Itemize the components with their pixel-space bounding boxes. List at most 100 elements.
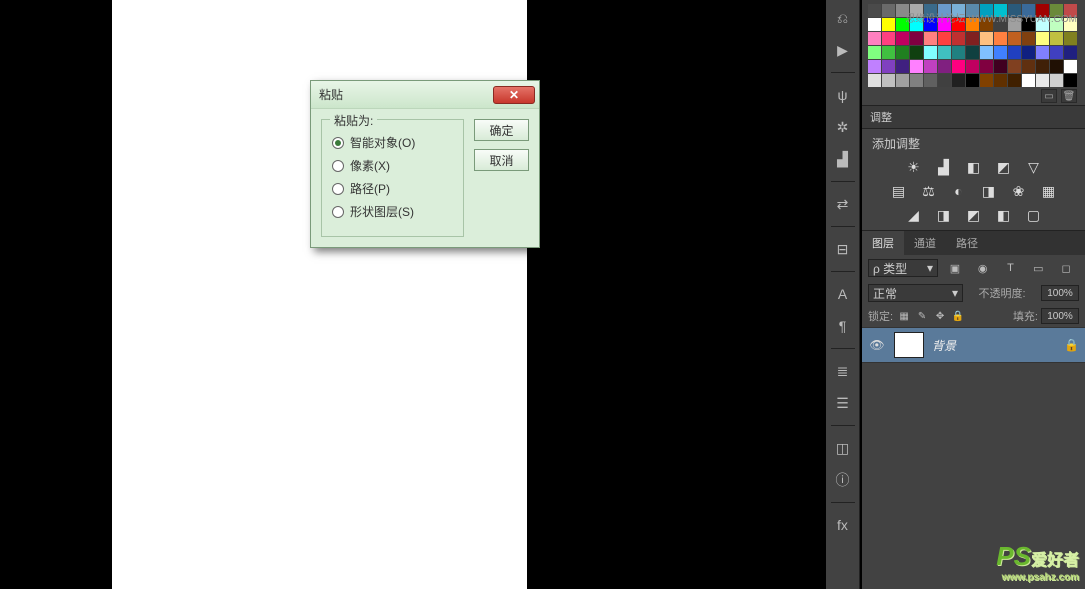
color-swatch[interactable] xyxy=(994,4,1007,17)
color-swatch[interactable] xyxy=(980,4,993,17)
color-swatch[interactable] xyxy=(896,60,909,73)
adjustment-icon[interactable]: ◨ xyxy=(978,182,1000,200)
measure-icon[interactable]: ◫ xyxy=(829,436,857,460)
color-swatch[interactable] xyxy=(980,74,993,87)
color-swatch[interactable] xyxy=(1036,60,1049,73)
filter-icon[interactable]: T xyxy=(1001,260,1019,276)
lock-icon[interactable]: ✥ xyxy=(932,309,948,323)
color-swatch[interactable] xyxy=(868,32,881,45)
color-swatch[interactable] xyxy=(980,32,993,45)
color-swatch[interactable] xyxy=(910,74,923,87)
adjustment-icon[interactable]: ☀ xyxy=(903,158,925,176)
play-icon[interactable]: ▶ xyxy=(829,38,857,62)
adjustment-icon[interactable]: ◩ xyxy=(963,206,985,224)
adjustment-icon[interactable]: ❀ xyxy=(1008,182,1030,200)
adjustment-icon[interactable]: ◧ xyxy=(993,206,1015,224)
color-swatch[interactable] xyxy=(1050,74,1063,87)
color-swatch[interactable] xyxy=(882,32,895,45)
blend-mode-select[interactable]: 正常▾ xyxy=(868,284,963,302)
fill-value[interactable]: 100% xyxy=(1041,308,1079,324)
lock-icon[interactable]: ▦ xyxy=(896,309,912,323)
brush-preset-icon[interactable]: ψ xyxy=(829,83,857,107)
color-swatch[interactable] xyxy=(952,18,965,31)
color-swatch[interactable] xyxy=(966,60,979,73)
lock-icon[interactable]: 🔒 xyxy=(950,309,966,323)
color-swatch[interactable] xyxy=(1050,32,1063,45)
text-icon[interactable]: A xyxy=(829,282,857,306)
delete-swatch-icon[interactable]: 🗑 xyxy=(1061,89,1077,103)
color-swatch[interactable] xyxy=(896,4,909,17)
layer-thumbnail[interactable] xyxy=(894,332,924,358)
color-swatch[interactable] xyxy=(994,46,1007,59)
adjustment-icon[interactable]: ▟ xyxy=(933,158,955,176)
color-swatch[interactable] xyxy=(1008,60,1021,73)
color-swatch[interactable] xyxy=(1036,4,1049,17)
opacity-value[interactable]: 100% xyxy=(1041,285,1079,301)
close-icon[interactable]: ✕ xyxy=(493,86,535,104)
align-icon[interactable]: ≣ xyxy=(829,359,857,383)
color-swatch[interactable] xyxy=(938,60,951,73)
color-swatch[interactable] xyxy=(1008,32,1021,45)
color-swatch[interactable] xyxy=(882,74,895,87)
color-swatch[interactable] xyxy=(1008,46,1021,59)
color-swatch[interactable] xyxy=(924,74,937,87)
color-swatch[interactable] xyxy=(868,60,881,73)
radio-smart-object[interactable]: 智能对象(O) xyxy=(332,134,453,151)
adjustment-icon[interactable]: ▢ xyxy=(1023,206,1045,224)
wheel-icon[interactable]: ✲ xyxy=(829,115,857,139)
color-swatch[interactable] xyxy=(1008,74,1021,87)
color-swatch[interactable] xyxy=(882,4,895,17)
color-swatch[interactable] xyxy=(980,46,993,59)
history-icon[interactable]: ⎌ xyxy=(829,6,857,30)
color-swatch[interactable] xyxy=(938,74,951,87)
radio-shape-layer[interactable]: 形状图层(S) xyxy=(332,203,453,220)
adjustment-icon[interactable]: ▤ xyxy=(888,182,910,200)
color-swatch[interactable] xyxy=(896,32,909,45)
color-swatch[interactable] xyxy=(1022,60,1035,73)
layer-filter-type[interactable]: ρ 类型▾ xyxy=(868,259,938,277)
color-swatch[interactable] xyxy=(924,60,937,73)
color-swatch[interactable] xyxy=(1064,18,1077,31)
color-swatch[interactable] xyxy=(1022,46,1035,59)
color-swatch[interactable] xyxy=(1008,18,1021,31)
color-swatch[interactable] xyxy=(1022,74,1035,87)
color-swatch[interactable] xyxy=(882,46,895,59)
color-swatch[interactable] xyxy=(896,46,909,59)
color-swatch[interactable] xyxy=(1050,46,1063,59)
color-swatch[interactable] xyxy=(896,18,909,31)
adjustment-icon[interactable]: ▦ xyxy=(1038,182,1060,200)
swap-icon[interactable]: ⇄ xyxy=(829,192,857,216)
visibility-icon[interactable]: 👁 xyxy=(868,338,886,352)
color-swatch[interactable] xyxy=(910,60,923,73)
radio-path[interactable]: 路径(P) xyxy=(332,180,453,197)
color-swatch[interactable] xyxy=(924,4,937,17)
color-swatch[interactable] xyxy=(1064,32,1077,45)
color-swatch[interactable] xyxy=(994,60,1007,73)
color-swatch[interactable] xyxy=(952,74,965,87)
color-swatch[interactable] xyxy=(952,4,965,17)
adjustments-tab[interactable]: 调整 xyxy=(862,106,1085,129)
adjustment-icon[interactable]: ⚖ xyxy=(918,182,940,200)
color-swatch[interactable] xyxy=(1036,46,1049,59)
color-swatch[interactable] xyxy=(868,46,881,59)
layer-row[interactable]: 👁背景🔒 xyxy=(862,327,1085,363)
color-swatch[interactable] xyxy=(994,18,1007,31)
color-swatch[interactable] xyxy=(910,46,923,59)
color-swatch[interactable] xyxy=(1022,18,1035,31)
new-swatch-icon[interactable]: ▭ xyxy=(1041,89,1057,103)
color-swatch[interactable] xyxy=(1008,4,1021,17)
filter-icon[interactable]: ◻ xyxy=(1057,260,1075,276)
color-swatch[interactable] xyxy=(966,32,979,45)
color-swatch[interactable] xyxy=(952,32,965,45)
adjustment-icon[interactable]: ◢ xyxy=(903,206,925,224)
color-swatch[interactable] xyxy=(1036,32,1049,45)
color-swatch[interactable] xyxy=(882,60,895,73)
color-swatch[interactable] xyxy=(1050,4,1063,17)
adjustment-icon[interactable]: ◩ xyxy=(993,158,1015,176)
color-swatch[interactable] xyxy=(1064,74,1077,87)
fx-icon[interactable]: fx xyxy=(829,513,857,537)
color-swatch[interactable] xyxy=(980,18,993,31)
color-swatch[interactable] xyxy=(1050,60,1063,73)
color-swatch[interactable] xyxy=(1022,4,1035,17)
color-swatch[interactable] xyxy=(924,46,937,59)
